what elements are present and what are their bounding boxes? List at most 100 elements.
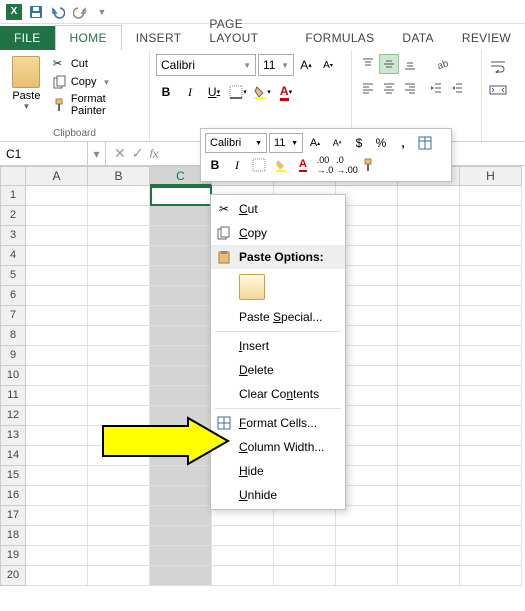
mt-font-color-icon[interactable]: A — [293, 155, 313, 175]
italic-button[interactable]: I — [180, 82, 200, 102]
cell[interactable] — [150, 386, 212, 406]
row-header-14[interactable]: 14 — [0, 446, 26, 466]
fill-color-button[interactable]: ▾ — [252, 82, 272, 102]
cell[interactable] — [460, 326, 522, 346]
row-header-18[interactable]: 18 — [0, 526, 26, 546]
cell[interactable] — [26, 206, 88, 226]
cell[interactable] — [398, 526, 460, 546]
cell[interactable] — [88, 206, 150, 226]
cell[interactable] — [150, 366, 212, 386]
mt-font-name[interactable]: Calibri▼ — [205, 133, 267, 153]
cell[interactable] — [336, 526, 398, 546]
tab-home[interactable]: HOME — [55, 25, 122, 50]
mt-increase-decimal-icon[interactable]: .0→.00 — [337, 155, 357, 175]
qat-customize-icon[interactable]: ▼ — [92, 2, 112, 22]
font-size-combo[interactable]: 11▼ — [258, 54, 294, 76]
enter-icon[interactable]: ✓ — [132, 145, 144, 162]
cell[interactable] — [398, 406, 460, 426]
paste-button[interactable]: Paste ▼ — [6, 52, 47, 139]
cm-unhide[interactable]: Unhide — [211, 483, 345, 507]
cell[interactable] — [150, 266, 212, 286]
row-header-3[interactable]: 3 — [0, 226, 26, 246]
cell[interactable] — [26, 186, 88, 206]
cell[interactable] — [150, 526, 212, 546]
row-header-20[interactable]: 20 — [0, 566, 26, 586]
redo-icon[interactable] — [70, 2, 90, 22]
increase-indent-icon[interactable] — [447, 78, 467, 98]
cell[interactable] — [398, 446, 460, 466]
cell[interactable] — [398, 306, 460, 326]
cell[interactable] — [398, 426, 460, 446]
cell[interactable] — [150, 186, 212, 206]
cell[interactable] — [398, 206, 460, 226]
cell[interactable] — [26, 446, 88, 466]
fx-icon[interactable]: fx — [149, 147, 158, 161]
cancel-icon[interactable]: ✕ — [114, 145, 126, 162]
format-painter-button[interactable]: Format Painter — [51, 92, 143, 118]
cell[interactable] — [88, 346, 150, 366]
borders-button[interactable]: ▾ — [228, 82, 248, 102]
cell[interactable] — [26, 406, 88, 426]
cell[interactable] — [212, 566, 274, 586]
cell[interactable] — [398, 506, 460, 526]
row-header-12[interactable]: 12 — [0, 406, 26, 426]
cell[interactable] — [460, 506, 522, 526]
cm-cut[interactable]: ✂CuCutt — [211, 197, 345, 221]
cell[interactable] — [460, 366, 522, 386]
cell[interactable] — [460, 466, 522, 486]
cell[interactable] — [26, 506, 88, 526]
cell[interactable] — [336, 546, 398, 566]
cell[interactable] — [88, 366, 150, 386]
cm-delete[interactable]: Delete — [211, 358, 345, 382]
cell[interactable] — [150, 306, 212, 326]
cell[interactable] — [274, 526, 336, 546]
bold-button[interactable]: B — [156, 82, 176, 102]
cell[interactable] — [88, 186, 150, 206]
tab-insert[interactable]: INSERT — [122, 26, 196, 50]
col-header-A[interactable]: A — [26, 166, 88, 186]
row-header-15[interactable]: 15 — [0, 466, 26, 486]
cell[interactable] — [26, 486, 88, 506]
cell[interactable] — [26, 466, 88, 486]
align-center-icon[interactable] — [379, 78, 399, 98]
increase-font-icon[interactable]: A▴ — [296, 55, 316, 75]
cell[interactable] — [88, 546, 150, 566]
tab-data[interactable]: DATA — [388, 26, 447, 50]
row-header-17[interactable]: 17 — [0, 506, 26, 526]
cell[interactable] — [398, 486, 460, 506]
row-header-1[interactable]: 1 — [0, 186, 26, 206]
row-header-9[interactable]: 9 — [0, 346, 26, 366]
cell[interactable] — [398, 226, 460, 246]
cell[interactable] — [26, 226, 88, 246]
cell[interactable] — [150, 326, 212, 346]
cell[interactable] — [460, 186, 522, 206]
mt-decrease-decimal-icon[interactable]: .00→.0 — [315, 155, 335, 175]
cell[interactable] — [274, 546, 336, 566]
mt-currency-icon[interactable]: $ — [349, 133, 369, 153]
mt-borders-icon[interactable] — [249, 155, 269, 175]
decrease-indent-icon[interactable] — [426, 78, 446, 98]
tab-file[interactable]: FILE — [0, 26, 55, 50]
cell[interactable] — [398, 566, 460, 586]
col-header-H[interactable]: H — [460, 166, 522, 186]
cell[interactable] — [26, 366, 88, 386]
row-header-13[interactable]: 13 — [0, 426, 26, 446]
align-middle-icon[interactable] — [379, 54, 399, 74]
cell[interactable] — [88, 306, 150, 326]
cell[interactable] — [150, 246, 212, 266]
cell[interactable] — [150, 566, 212, 586]
col-header-B[interactable]: B — [88, 166, 150, 186]
cell[interactable] — [26, 386, 88, 406]
row-header-8[interactable]: 8 — [0, 326, 26, 346]
cell[interactable] — [88, 506, 150, 526]
row-header-4[interactable]: 4 — [0, 246, 26, 266]
cell[interactable] — [460, 426, 522, 446]
cell[interactable] — [26, 526, 88, 546]
cell[interactable] — [26, 246, 88, 266]
cm-clear-contents[interactable]: Clear Contents — [211, 382, 345, 406]
cell[interactable] — [460, 206, 522, 226]
cell[interactable] — [398, 186, 460, 206]
cell[interactable] — [150, 346, 212, 366]
cell[interactable] — [150, 206, 212, 226]
mt-increase-font-icon[interactable]: A▴ — [305, 133, 325, 153]
